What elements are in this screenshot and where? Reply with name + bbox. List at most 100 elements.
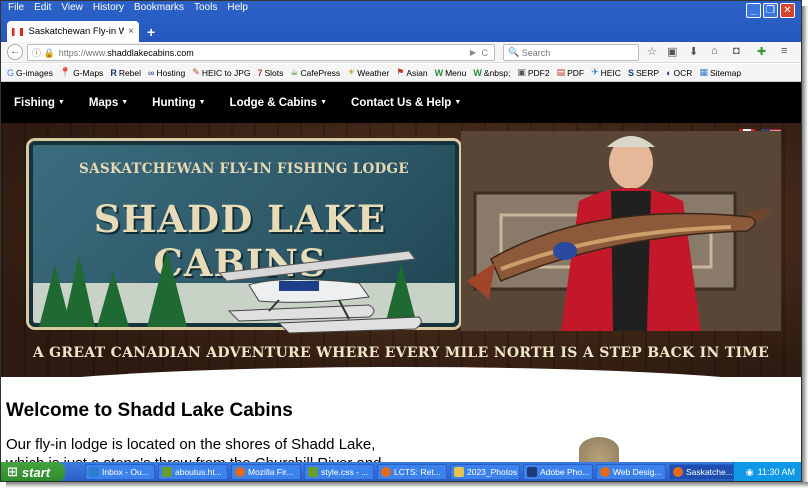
bookmark-label: G-images: [16, 67, 53, 78]
site-navigation: Fishing ▼ Maps ▼ Hunting ▼ Lodge & Cabins ▼ …: [1, 82, 801, 123]
canada-flag-icon: [12, 27, 24, 36]
editor-icon: [308, 467, 318, 477]
menu-view[interactable]: View: [56, 3, 88, 13]
menu-help[interactable]: Help: [222, 3, 253, 13]
menu-bookmarks[interactable]: Bookmarks: [129, 3, 189, 13]
task-label: Saskatche...: [686, 467, 733, 477]
bookmark-label: PDF2: [527, 67, 550, 78]
tab-close-icon[interactable]: ×: [128, 26, 134, 37]
bookmark-slots[interactable]: 7 Slots: [257, 68, 283, 78]
task-mozilla[interactable]: Mozilla Fir...: [231, 464, 301, 480]
menu-file[interactable]: File: [3, 3, 29, 13]
bookmark-g-images[interactable]: G G-images: [7, 68, 53, 78]
pocket-icon[interactable]: ◘: [733, 45, 740, 57]
task-label: aboutus.ht...: [175, 467, 222, 477]
caret-down-icon: ▼: [454, 99, 462, 106]
bookmark-g-maps[interactable]: 📍 G-Maps: [60, 67, 103, 78]
title-bar: File Edit View History Bookmarks Tools H…: [1, 1, 801, 42]
bookmark-ocr[interactable]: ◐ OCR: [666, 68, 692, 78]
reading-list-icon[interactable]: ▣: [667, 45, 677, 58]
close-button[interactable]: ✕: [780, 3, 795, 18]
taskbar-buttons: Inbox - Ou... aboutus.ht... Mozilla Fir.…: [85, 464, 739, 480]
bookmark-hosting[interactable]: ∞ Hosting: [148, 68, 185, 78]
bookmark-serp[interactable]: S SERP: [628, 68, 659, 78]
task-web-design[interactable]: Web Desig...: [596, 464, 666, 480]
menu-edit[interactable]: Edit: [29, 3, 56, 13]
go-arrow-icon[interactable]: ▶: [470, 48, 476, 57]
caret-down-icon: ▼: [198, 99, 206, 106]
intro-paragraph: Our fly-in lodge is located on the shore…: [6, 436, 382, 463]
bookmark-label: Sitemap: [709, 67, 742, 78]
bookmark-heic[interactable]: ✈ HEIC: [591, 67, 621, 78]
nav-contact-help[interactable]: Contact Us & Help ▼: [351, 97, 461, 109]
reload-icon[interactable]: C: [482, 48, 489, 58]
site-info-icon[interactable]: ⓘ 🔒: [32, 46, 55, 59]
serp-icon: S: [627, 67, 634, 78]
bookmark-star-icon[interactable]: ☆: [647, 45, 657, 58]
nav-hunting[interactable]: Hunting ▼: [152, 97, 205, 109]
bookmark-pdf2[interactable]: ▣ PDF2: [517, 67, 549, 78]
task-inbox[interactable]: Inbox - Ou...: [85, 464, 155, 480]
bookmark-asian[interactable]: ⚑ Asian: [396, 67, 427, 78]
downloads-icon[interactable]: ⬇: [689, 45, 698, 58]
task-aboutus[interactable]: aboutus.ht...: [158, 464, 228, 480]
pine-tree-icon: [147, 249, 187, 327]
nav-lodge-cabins[interactable]: Lodge & Cabins ▼: [230, 97, 327, 109]
bookmark-sitemap[interactable]: ▦ Sitemap: [699, 67, 741, 78]
bookmark-rebel[interactable]: R Rebel: [110, 68, 141, 78]
pine-tree-icon: [63, 255, 95, 327]
task-label: Web Desig...: [613, 467, 662, 477]
bookmark-pdf[interactable]: ▤ PDF: [557, 67, 585, 78]
task-lcts[interactable]: LCTS: Ret...: [377, 464, 447, 480]
nav-fishing[interactable]: Fishing ▼: [14, 97, 65, 109]
search-input[interactable]: 🔍 Search: [503, 44, 639, 61]
minimize-button[interactable]: _: [746, 3, 761, 18]
asian-icon: ⚑: [396, 67, 405, 77]
bookmarks-toolbar: G G-images 📍 G-Maps R Rebel ∞ Hosting ✎ HEIC …: [1, 64, 801, 82]
bookmark-weather[interactable]: ☀ Weather: [347, 67, 389, 78]
extension-puzzle-icon[interactable]: ✚: [757, 45, 766, 58]
bookmark-heic-to-jpg[interactable]: ✎ HEIC to JPG: [192, 67, 250, 78]
browser-tab[interactable]: Saskatchewan Fly-in Wa... ×: [7, 21, 139, 42]
angler-with-pike-photo: [461, 131, 781, 331]
task-saskatchewan[interactable]: Saskatche...: [669, 464, 739, 480]
tray-icon[interactable]: ◉: [746, 467, 754, 478]
address-bar[interactable]: ⓘ 🔒 https://www. shaddlakecabins.com ▶ C: [27, 44, 495, 61]
start-button[interactable]: ⊞ start: [1, 462, 65, 481]
menu-history[interactable]: History: [88, 3, 129, 13]
task-label: Mozilla Fir...: [248, 467, 294, 477]
search-placeholder: Search: [521, 47, 551, 58]
task-label: 2023_Photos: [467, 467, 518, 477]
bookmark-menu[interactable]: W Menu: [435, 68, 467, 78]
menu-tools[interactable]: Tools: [189, 3, 222, 13]
bookmark-label: Asian: [406, 67, 428, 78]
page-title: Welcome to Shadd Lake Cabins: [6, 400, 293, 421]
bookmark-nbsp[interactable]: W &nbsp;: [473, 68, 510, 78]
nav-label: Hunting: [152, 96, 196, 109]
search-icon: 🔍: [508, 47, 522, 57]
task-adobe-photoshop[interactable]: Adobe Pho...: [523, 464, 593, 480]
nav-maps[interactable]: Maps ▼: [89, 97, 128, 109]
firefox-icon: [381, 467, 391, 477]
hamburger-menu-icon[interactable]: ≡: [781, 45, 787, 57]
rebel-icon: R: [110, 67, 117, 78]
menu-bar: File Edit View History Bookmarks Tools H…: [3, 3, 253, 13]
bookmark-cafepress[interactable]: ☕ CafePress: [290, 67, 340, 78]
pine-tree-icon: [97, 271, 129, 327]
nav-label: Lodge & Cabins: [229, 96, 318, 109]
bookmark-label: SERP: [635, 67, 660, 78]
photoshop-icon: [527, 467, 537, 477]
outlook-icon: [89, 467, 99, 477]
bookmark-label: Menu: [445, 67, 467, 78]
maximize-button[interactable]: ❐: [763, 3, 778, 18]
new-tab-button[interactable]: +: [147, 24, 155, 40]
task-style-css[interactable]: style.css - ...: [304, 464, 374, 480]
lodge-sign: SASKATCHEWAN FLY-IN FISHING LODGE SHADD …: [29, 141, 459, 334]
task-2023-photos[interactable]: 2023_Photos: [450, 464, 520, 480]
home-icon[interactable]: ⌂: [711, 45, 718, 57]
bookmark-label: G-Maps: [73, 67, 104, 78]
browser-window: File Edit View History Bookmarks Tools H…: [0, 0, 802, 482]
back-button[interactable]: ←: [7, 44, 23, 60]
bookmark-label: PDF: [567, 67, 585, 78]
nav-label: Maps: [88, 96, 119, 109]
